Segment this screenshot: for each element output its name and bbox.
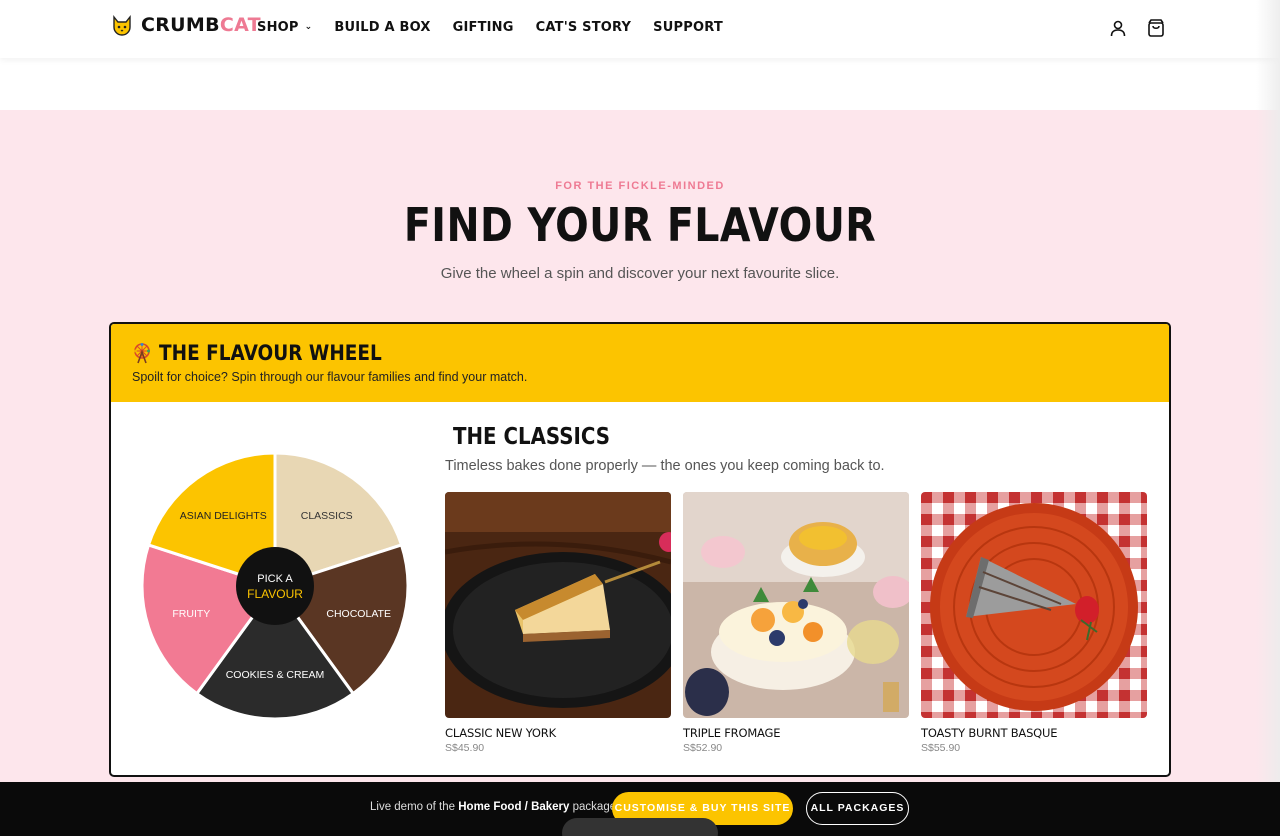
product-list: CLASSIC NEW YORK S$45.90 TRIPLE FROMAGE … (445, 492, 1147, 754)
ferris-wheel-icon (134, 343, 150, 364)
demo-notice-prefix: Live demo of the (370, 801, 459, 813)
cat-logo-icon (113, 15, 131, 36)
site-header: CRUMBCAT SHOP ⌄ BUILD A BOX GIFTING CAT'S… (0, 0, 1280, 58)
product-price: S$55.90 (921, 742, 961, 754)
logo[interactable]: CRUMBCAT (111, 14, 261, 36)
card-header: THE FLAVOUR WHEEL Spoilt for choice? Spi… (111, 324, 1169, 402)
nav-build-a-box[interactable]: BUILD A BOX (334, 20, 430, 35)
wheel-segment-label: CLASSICS (301, 510, 353, 522)
wheel-segment-label: ASIAN DELIGHTS (180, 510, 267, 522)
product-image[interactable] (445, 492, 671, 718)
triple-fromage-photo (683, 492, 909, 718)
demo-notice: Live demo of the Home Food / Bakery pack… (370, 801, 619, 813)
category-description: Timeless bakes done properly — the ones … (445, 458, 885, 474)
nav-cats-story[interactable]: CAT'S STORY (536, 20, 632, 35)
header-icons (1108, 18, 1166, 38)
nav-shop[interactable]: SHOP ⌄ (257, 20, 312, 35)
demo-package-name: Home Food / Bakery (458, 801, 570, 813)
nav-shop-label: SHOP (257, 20, 299, 35)
page-subtitle: Give the wheel a spin and discover your … (440, 265, 840, 282)
wheel-center-line1: PICK A (257, 573, 293, 585)
wheel-center-button[interactable] (236, 547, 314, 625)
page-title: FIND YOUR FLAVOUR (403, 198, 877, 252)
product-image[interactable] (921, 492, 1147, 718)
wheel-segment-label: FRUITY (172, 608, 210, 620)
floating-toolbar[interactable] (562, 818, 718, 836)
card-title: THE FLAVOUR WHEEL (131, 341, 412, 365)
section-eyebrow: FOR THE FICKLE-MINDED (555, 180, 725, 192)
flavour-wheel-card: THE FLAVOUR WHEEL Spoilt for choice? Spi… (109, 322, 1171, 777)
all-packages-button[interactable]: ALL PACKAGES (806, 792, 909, 825)
product-price: S$52.90 (683, 742, 723, 754)
product-price: S$45.90 (445, 742, 485, 754)
product-image[interactable] (683, 492, 909, 718)
category-title: THE CLASSICS (453, 424, 610, 450)
chevron-down-icon: ⌄ (304, 21, 313, 32)
card-description: Spoilt for choice? Spin through our flav… (132, 370, 528, 384)
wheel-segment-label: COOKIES & CREAM (226, 669, 325, 681)
main-nav: SHOP ⌄ BUILD A BOX GIFTING CAT'S STORY SU… (257, 20, 723, 35)
logo-text-crumb: CRUMB (141, 14, 220, 36)
product-card[interactable]: TRIPLE FROMAGE S$52.90 (683, 492, 909, 754)
product-card[interactable]: CLASSIC NEW YORK S$45.90 (445, 492, 671, 754)
product-card[interactable]: TOASTY BURNT BASQUE S$55.90 (921, 492, 1147, 754)
wheel-segment-label: CHOCOLATE (326, 608, 391, 620)
card-title-text: THE FLAVOUR WHEEL (159, 341, 382, 365)
wheel-center-line2: FLAVOUR (247, 587, 303, 601)
cart-icon[interactable] (1146, 18, 1166, 38)
cheesecake-photo (445, 492, 671, 718)
nav-gifting[interactable]: GIFTING (453, 20, 514, 35)
flavour-wheel[interactable]: CLASSICS CHOCOLATE COOKIES & CREAM FRUITY AS… (139, 450, 411, 722)
burnt-basque-photo (921, 492, 1147, 718)
scrollbar-shade (1256, 0, 1280, 836)
product-name[interactable]: CLASSIC NEW YORK (445, 726, 671, 740)
product-name[interactable]: TRIPLE FROMAGE (683, 726, 909, 740)
product-name[interactable]: TOASTY BURNT BASQUE (921, 726, 1147, 740)
nav-support[interactable]: SUPPORT (653, 20, 723, 35)
account-icon[interactable] (1108, 18, 1128, 38)
logo-text-cat: CAT (219, 14, 261, 36)
